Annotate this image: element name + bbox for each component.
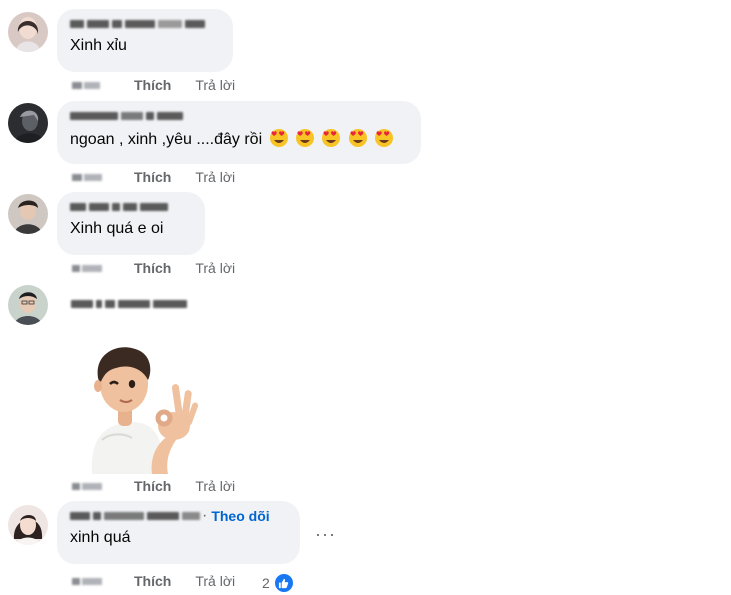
- like-icon: [272, 572, 295, 594]
- avatar[interactable]: [8, 285, 48, 325]
- commenter-name[interactable]: [70, 509, 200, 523]
- reply-button[interactable]: Trả lời: [195, 478, 235, 494]
- comment-text: ngoan , xinh ,yêu ....đây rồi: [70, 128, 409, 150]
- avatar[interactable]: [8, 505, 48, 545]
- commenter-name[interactable]: [70, 109, 409, 123]
- comment-bubble: Xinh quá e oi: [57, 192, 205, 255]
- like-button[interactable]: Thích: [134, 260, 171, 276]
- separator-dot: ·: [202, 507, 208, 524]
- comment-text: Xinh xỉu: [70, 37, 127, 54]
- comment-time[interactable]: [72, 81, 112, 89]
- more-options-button[interactable]: ···: [315, 524, 336, 545]
- comment-header: · Theo dõi: [70, 507, 288, 524]
- comment-actions: Thích Trả lời: [72, 477, 235, 495]
- comment-bubble: ngoan , xinh ,yêu ....đây rồi: [57, 101, 421, 164]
- reply-button[interactable]: Trả lời: [195, 77, 235, 93]
- like-button[interactable]: Thích: [134, 478, 171, 494]
- comment-actions: Thích Trả lời: [72, 76, 235, 94]
- comment-time[interactable]: [72, 577, 112, 585]
- comment-actions: Thích Trả lời: [72, 572, 235, 590]
- commenter-name[interactable]: [71, 297, 187, 311]
- like-button[interactable]: Thích: [134, 169, 171, 185]
- avatar[interactable]: [8, 12, 48, 52]
- comment-time[interactable]: [72, 264, 112, 272]
- commenter-name[interactable]: [70, 200, 193, 214]
- comment-bubble: Xinh xỉu: [57, 9, 233, 72]
- reaction-count: 2: [262, 575, 270, 591]
- like-button[interactable]: Thích: [134, 77, 171, 93]
- comment-actions: Thích Trả lời: [72, 168, 235, 186]
- reply-button[interactable]: Trả lời: [195, 573, 235, 589]
- comment-time[interactable]: [72, 482, 112, 490]
- reaction-summary[interactable]: 2: [262, 572, 295, 594]
- comment-text: xinh quá: [70, 529, 131, 546]
- comment-bubble: · Theo dõi xinh quá: [57, 501, 300, 564]
- comment-time[interactable]: [72, 173, 112, 181]
- boy-ok-hand-sticker: [72, 340, 202, 474]
- avatar[interactable]: [8, 194, 48, 234]
- avatar[interactable]: [8, 103, 48, 143]
- commenter-name[interactable]: [70, 17, 221, 31]
- reply-button[interactable]: Trả lời: [195, 169, 235, 185]
- comment-text: Xinh quá e oi: [70, 220, 164, 237]
- like-button[interactable]: Thích: [134, 573, 171, 589]
- comment-actions: Thích Trả lời: [72, 259, 235, 277]
- reply-button[interactable]: Trả lời: [195, 260, 235, 276]
- follow-button[interactable]: Theo dõi: [211, 508, 269, 524]
- heart-eyes-emoji: [267, 129, 395, 148]
